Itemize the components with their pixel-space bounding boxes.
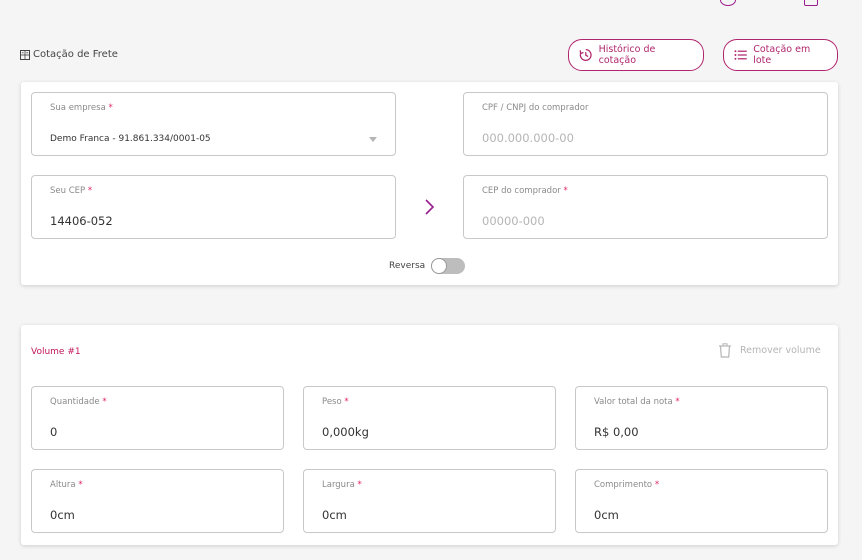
required-marker: * [344, 397, 349, 407]
trash-icon [719, 343, 731, 358]
invoice-label-text: Valor total da nota [594, 397, 673, 407]
length-input[interactable]: Comprimento * 0cm [575, 469, 828, 533]
chevron-down-icon[interactable] [369, 137, 377, 142]
list-icon [734, 50, 747, 60]
height-label: Altura * [50, 480, 83, 490]
quantity-value: 0 [50, 425, 58, 439]
reverse-toggle[interactable] [431, 258, 466, 274]
required-marker: * [357, 480, 362, 490]
help-icon[interactable] [720, 0, 736, 6]
quantity-input[interactable]: Quantidade * 0 [31, 386, 284, 450]
page-title: Cotação de Frete [20, 49, 118, 60]
buyer-cep-label-text: CEP do comprador [482, 186, 561, 196]
length-label-text: Comprimento [594, 480, 653, 490]
weight-label-text: Peso [322, 397, 342, 407]
company-label-text: Sua empresa [50, 103, 106, 113]
toggle-knob [431, 258, 448, 274]
width-input[interactable]: Largura * 0cm [303, 469, 556, 533]
company-label: Sua empresa * [50, 103, 113, 113]
buyer-cep-placeholder: 00000-000 [482, 214, 545, 228]
seller-cep-value: 14406-052 [50, 214, 113, 228]
volume-title: Volume #1 [31, 347, 81, 357]
required-marker: * [654, 480, 660, 490]
seller-cep-label-text: Seu CEP [50, 186, 86, 196]
height-value: 0cm [50, 508, 75, 522]
required-marker: * [78, 480, 83, 490]
company-value: Demo Franca - 91.861.334/0001-05 [50, 134, 211, 144]
required-marker: * [563, 186, 568, 196]
batch-quote-button[interactable]: Cotação em lote [723, 39, 838, 71]
invoice-label: Valor total da nota * [594, 397, 680, 407]
menu-icon[interactable] [804, 0, 818, 6]
width-value: 0cm [322, 508, 347, 522]
chevron-right-icon [425, 199, 435, 215]
reverse-label: Reversa [389, 261, 426, 271]
seller-cep-label: Seu CEP * [50, 186, 92, 196]
history-icon [579, 49, 592, 61]
invoice-value: R$ 0,00 [594, 425, 639, 439]
height-label-text: Altura [50, 480, 76, 490]
height-input[interactable]: Altura * 0cm [31, 469, 284, 533]
buyer-document-label: CPF / CNPJ do comprador [482, 103, 589, 113]
length-label: Comprimento * [594, 480, 659, 490]
quantity-label-text: Quantidade [50, 397, 100, 407]
required-marker: * [87, 186, 93, 196]
weight-input[interactable]: Peso * 0,000kg [303, 386, 556, 450]
remove-volume-label: Remover volume [740, 345, 821, 356]
buyer-document-placeholder: 000.000.000-00 [482, 131, 574, 145]
reverse-toggle-row: Reversa [389, 258, 466, 274]
width-label-text: Largura [322, 480, 355, 490]
length-value: 0cm [594, 508, 619, 522]
history-button-label: Histórico de cotação [598, 44, 656, 66]
buyer-document-input[interactable]: CPF / CNPJ do comprador 000.000.000-00 [463, 92, 828, 156]
remove-volume-button[interactable]: Remover volume [718, 343, 821, 358]
required-marker: * [675, 397, 680, 407]
history-button[interactable]: Histórico de cotação [568, 39, 704, 71]
company-select[interactable]: Sua empresa * Demo Franca - 91.861.334/0… [31, 92, 396, 156]
batch-quote-button-label: Cotação em lote [753, 44, 811, 66]
buyer-cep-label: CEP do comprador * [482, 186, 568, 196]
width-label: Largura * [322, 480, 362, 490]
invoice-value-input[interactable]: Valor total da nota * R$ 0,00 [575, 386, 828, 450]
calculator-icon [20, 49, 30, 60]
quantity-label: Quantidade * [50, 397, 107, 407]
weight-value: 0,000kg [322, 425, 369, 439]
volume-card: Volume #1 Remover volume Quantidade * 0 … [21, 325, 838, 545]
required-marker: * [102, 397, 107, 407]
page-title-text: Cotação de Frete [33, 49, 118, 60]
weight-label: Peso * [322, 397, 349, 407]
required-marker: * [108, 103, 113, 113]
seller-cep-input[interactable]: Seu CEP * 14406-052 [31, 175, 396, 239]
route-card: Sua empresa * Demo Franca - 91.861.334/0… [21, 82, 838, 285]
buyer-cep-input[interactable]: CEP do comprador * 00000-000 [463, 175, 828, 239]
